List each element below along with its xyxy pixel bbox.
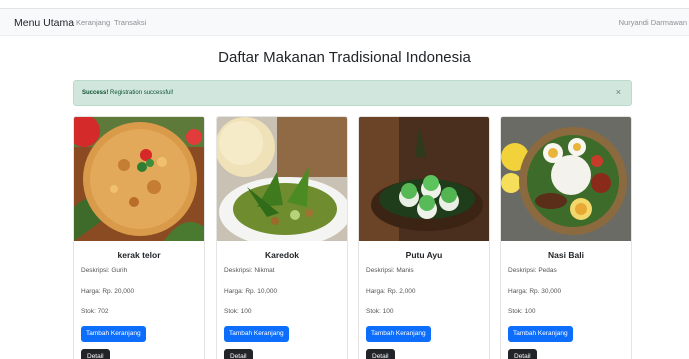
product-card: Nasi Bali Deskripsi: Pedas Harga: Rp. 30… <box>500 116 632 359</box>
product-image-putu-ayu <box>359 117 489 241</box>
product-stock: Stok: 100 <box>508 308 536 315</box>
detail-button[interactable]: Detail <box>508 349 537 359</box>
product-name: Putu Ayu <box>405 250 443 260</box>
nav-link-transaksi[interactable]: Transaksi <box>114 18 146 27</box>
product-description: Deskripsi: Manis <box>366 267 414 274</box>
product-name: Nasi Bali <box>548 250 584 260</box>
product-image-karedok <box>217 117 347 241</box>
alert-message: Registration successful! <box>108 90 174 96</box>
product-price: Harga: Rp. 20,000 <box>81 288 135 295</box>
product-stock: Stok: 702 <box>81 308 109 315</box>
nav-link-keranjang[interactable]: Keranjang <box>76 18 110 27</box>
product-card: kerak telor Deskripsi: Gurih Harga: Rp. … <box>73 116 205 359</box>
product-stock: Stok: 100 <box>224 308 252 315</box>
product-image-nasi-bali <box>501 117 631 241</box>
add-to-cart-button[interactable]: Tambah Keranjang <box>366 326 431 342</box>
product-description: Deskripsi: Nikmat <box>224 267 275 274</box>
success-alert: Success! Registration successful! × <box>73 80 632 106</box>
alert-text: Success! Registration successful! <box>82 90 173 96</box>
product-name: kerak telor <box>117 250 161 260</box>
page-title: Daftar Makanan Tradisional Indonesia <box>218 49 471 66</box>
product-price: Harga: Rp. 2,000 <box>366 288 416 295</box>
detail-button[interactable]: Detail <box>366 349 395 359</box>
product-name: Karedok <box>264 250 299 260</box>
product-image-kerak-telor <box>74 117 204 241</box>
detail-button[interactable]: Detail <box>224 349 253 359</box>
product-price: Harga: Rp. 30,000 <box>508 288 562 295</box>
alert-strong: Success! <box>82 90 109 96</box>
product-price: Harga: Rp. 10,000 <box>224 288 278 295</box>
add-to-cart-button[interactable]: Tambah Keranjang <box>81 326 146 342</box>
product-card: Karedok Deskripsi: Nikmat Harga: Rp. 10,… <box>216 116 348 359</box>
navbar-brand[interactable]: Menu Utama <box>14 17 74 29</box>
add-to-cart-button[interactable]: Tambah Keranjang <box>224 326 289 342</box>
alert-close-button[interactable]: × <box>616 87 621 97</box>
product-stock: Stok: 100 <box>366 308 394 315</box>
nav-user-name[interactable]: Nuryandi Darmawan <box>619 18 687 27</box>
product-description: Deskripsi: Gurih <box>81 267 128 274</box>
product-card: Putu Ayu Deskripsi: Manis Harga: Rp. 2,0… <box>358 116 490 359</box>
navbar: Menu Utama Keranjang Transaksi Nuryandi … <box>0 8 689 36</box>
add-to-cart-button[interactable]: Tambah Keranjang <box>508 326 573 342</box>
detail-button[interactable]: Detail <box>81 349 110 359</box>
product-description: Deskripsi: Pedas <box>508 267 557 274</box>
